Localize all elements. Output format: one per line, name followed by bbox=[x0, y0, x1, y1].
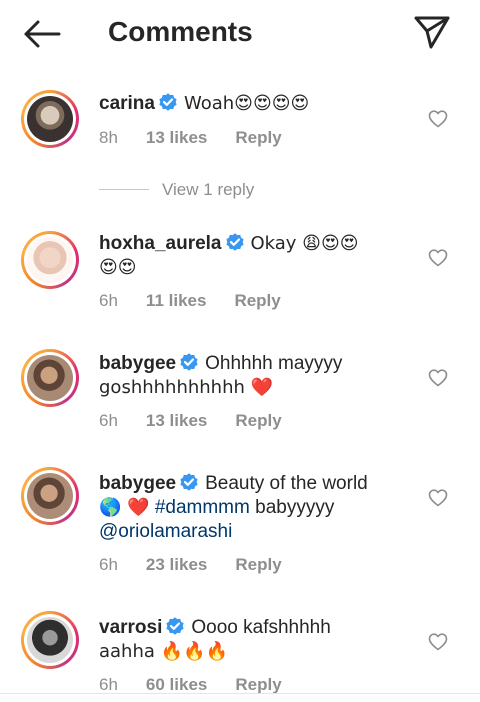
username[interactable]: varrosi bbox=[99, 617, 162, 638]
comment-text: Woah😍😍😍😍 bbox=[183, 93, 310, 114]
arrow-left-icon[interactable] bbox=[22, 18, 62, 50]
avatar-image bbox=[27, 617, 73, 663]
verified-badge-icon bbox=[158, 92, 178, 112]
comment-text-continued: aahha 🔥🔥🔥 bbox=[99, 641, 228, 662]
heart-outline-icon[interactable] bbox=[428, 488, 448, 508]
reply-button[interactable]: Reply bbox=[235, 555, 281, 574]
verified-badge-icon bbox=[165, 616, 186, 636]
likes-count[interactable]: 13 likes bbox=[146, 128, 207, 147]
comment-time: 8h bbox=[99, 128, 118, 147]
verified-badge-icon bbox=[224, 232, 245, 252]
comment-text: Beauty of the world bbox=[205, 473, 368, 494]
comment-body: babygee Beauty of the world 🌎 ❤️ #dammmm … bbox=[99, 472, 399, 544]
verified-badge-icon bbox=[179, 472, 199, 492]
likes-count[interactable]: 23 likes bbox=[146, 555, 207, 574]
mention-link[interactable]: @oriolamarashi bbox=[99, 521, 232, 542]
comment-body: varrosi Oooo kafshhhhh aahha 🔥🔥🔥 bbox=[99, 616, 399, 664]
comment-text: Oooo kafshhhhh bbox=[191, 617, 331, 638]
paper-plane-icon[interactable] bbox=[412, 14, 452, 50]
username[interactable]: carina bbox=[99, 93, 155, 114]
comment-text: Okay 😩😍😍 bbox=[250, 233, 359, 254]
comment-body: babygee Ohhhhh mayyyy goshhhhhhhhhh ❤️ bbox=[99, 352, 399, 400]
heart-outline-icon[interactable] bbox=[428, 368, 448, 388]
avatar[interactable] bbox=[21, 90, 79, 148]
avatar-image bbox=[27, 473, 73, 519]
reply-button[interactable]: Reply bbox=[234, 291, 280, 310]
heart-outline-icon[interactable] bbox=[428, 109, 448, 129]
comment-time: 6h bbox=[99, 675, 118, 694]
reply-button[interactable]: Reply bbox=[235, 675, 281, 694]
avatar-image bbox=[27, 355, 73, 401]
comment-meta: 8h 13 likes Reply bbox=[99, 128, 310, 148]
avatar-image bbox=[27, 237, 73, 283]
reply-button[interactable]: Reply bbox=[235, 128, 281, 147]
comment-emoji: 🌎 ❤️ bbox=[99, 497, 150, 518]
avatar-image bbox=[27, 96, 73, 142]
username[interactable]: hoxha_aurela bbox=[99, 233, 222, 254]
avatar[interactable] bbox=[21, 231, 79, 289]
divider-line bbox=[99, 189, 149, 190]
comment-body: carina Woah😍😍😍😍 bbox=[99, 92, 399, 116]
likes-count[interactable]: 60 likes bbox=[146, 675, 207, 694]
page-title: Comments bbox=[108, 16, 253, 47]
comment-body: hoxha_aurela Okay 😩😍😍 😍😍 bbox=[99, 232, 399, 280]
comment-time: 6h bbox=[99, 411, 118, 430]
comment-text: Ohhhhh mayyyy bbox=[205, 353, 343, 374]
heart-outline-icon[interactable] bbox=[428, 632, 448, 652]
hashtag-link[interactable]: #dammmm bbox=[155, 497, 250, 518]
likes-count[interactable]: 11 likes bbox=[146, 291, 207, 310]
comment-time: 6h bbox=[99, 555, 118, 574]
reply-button[interactable]: Reply bbox=[235, 411, 281, 430]
verified-badge-icon bbox=[179, 352, 199, 372]
heart-outline-icon[interactable] bbox=[428, 248, 448, 268]
comment-text-continued: 😍😍 bbox=[99, 257, 137, 278]
comment-meta: 6h 60 likes Reply bbox=[99, 675, 310, 695]
avatar[interactable] bbox=[21, 467, 79, 525]
comment-meta: 6h 23 likes Reply bbox=[99, 555, 310, 575]
view-replies-label: View 1 reply bbox=[162, 180, 255, 199]
composer-divider bbox=[0, 693, 480, 694]
header: Comments bbox=[0, 0, 480, 66]
comment-meta: 6h 11 likes Reply bbox=[99, 291, 309, 311]
username[interactable]: babygee bbox=[99, 473, 176, 494]
comment-text-continued: goshhhhhhhhhh ❤️ bbox=[99, 377, 274, 398]
comment-meta: 6h 13 likes Reply bbox=[99, 411, 310, 431]
view-replies-button[interactable]: View 1 reply bbox=[99, 180, 299, 200]
username[interactable]: babygee bbox=[99, 353, 176, 374]
comment-text-continued: babyyyyy bbox=[255, 497, 335, 518]
comment-time: 6h bbox=[99, 291, 118, 310]
likes-count[interactable]: 13 likes bbox=[146, 411, 207, 430]
avatar[interactable] bbox=[21, 611, 79, 669]
avatar[interactable] bbox=[21, 349, 79, 407]
